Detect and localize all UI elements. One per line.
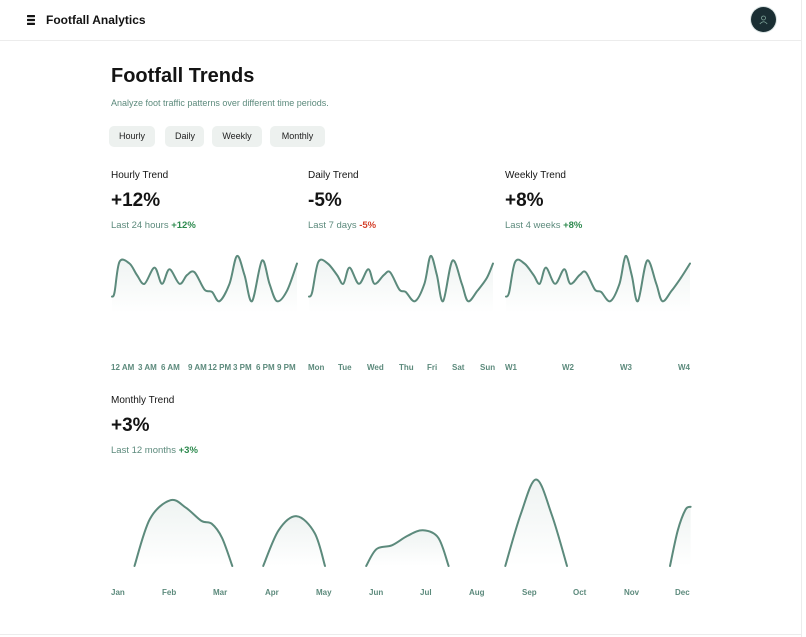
- hourly-x-label: 9 PM: [277, 363, 296, 372]
- filter-daily-button[interactable]: Daily: [165, 126, 204, 147]
- weekly-x-label: W1: [505, 363, 517, 372]
- daily-x-label: Mon: [308, 363, 325, 372]
- monthly-period-text: Last 12 months: [111, 445, 176, 456]
- daily-trend-period: Last 7 days -5%: [308, 220, 376, 232]
- weekly-x-label: W3: [620, 363, 632, 372]
- page-border-bottom: [0, 634, 802, 635]
- page-subtitle: Analyze foot traffic patterns over diffe…: [111, 98, 329, 108]
- daily-area-fill: [309, 255, 493, 313]
- stack-icon: [27, 15, 35, 25]
- daily-x-label: Fri: [427, 363, 438, 372]
- filter-hourly-button[interactable]: Hourly: [109, 126, 155, 147]
- hourly-x-label: 12 PM: [208, 363, 232, 372]
- hourly-x-label: 6 PM: [256, 363, 275, 372]
- daily-trend-chart: [308, 254, 494, 313]
- page-title: Footfall Trends: [111, 65, 255, 87]
- hourly-trend-value: +12%: [111, 190, 161, 211]
- hourly-x-label: 6 AM: [161, 363, 180, 372]
- daily-period-text: Last 7 days: [308, 220, 357, 231]
- daily-trend-value: -5%: [308, 190, 342, 211]
- monthly-x-label: Dec: [675, 588, 690, 597]
- user-avatar[interactable]: [751, 7, 776, 32]
- monthly-area-fill: [670, 506, 691, 566]
- weekly-trend-period: Last 4 weeks +8%: [505, 220, 582, 232]
- hourly-x-label: 3 PM: [233, 363, 252, 372]
- monthly-x-label: Apr: [265, 588, 279, 597]
- app-title: Footfall Analytics: [46, 13, 146, 27]
- user-avatar-icon: [759, 15, 768, 25]
- weekly-trend-chart: [505, 254, 691, 313]
- daily-x-label: Wed: [367, 363, 384, 372]
- monthly-x-label: May: [316, 588, 332, 597]
- weekly-area-fill: [506, 255, 690, 313]
- hourly-delta: +12%: [171, 220, 196, 231]
- page-border-right: [801, 0, 802, 637]
- weekly-trend-title: Weekly Trend: [505, 170, 566, 181]
- weekly-period-text: Last 4 weeks: [505, 220, 561, 231]
- monthly-x-label: Oct: [573, 588, 587, 597]
- hourly-trend-chart: [111, 254, 298, 313]
- hourly-x-label: 9 AM: [188, 363, 207, 372]
- daily-delta: -5%: [359, 220, 377, 231]
- monthly-x-label: Feb: [162, 588, 177, 597]
- hourly-period-text: Last 24 hours: [111, 220, 169, 231]
- monthly-x-label: Nov: [624, 588, 640, 597]
- monthly-x-label: Jun: [369, 588, 384, 597]
- monthly-x-label: Jul: [420, 588, 432, 597]
- filter-weekly-button[interactable]: Weekly: [212, 126, 262, 147]
- hourly-trend-period: Last 24 hours +12%: [111, 220, 196, 232]
- daily-x-label: Tue: [338, 363, 352, 372]
- weekly-trend-value: +8%: [505, 190, 544, 211]
- hourly-x-label: 3 AM: [138, 363, 157, 372]
- monthly-area-fill: [505, 479, 567, 566]
- monthly-trend-period: Last 12 months +3%: [111, 445, 198, 457]
- weekly-delta: +8%: [563, 220, 583, 231]
- top-bar: Footfall Analytics: [0, 0, 801, 41]
- monthly-x-label: Mar: [213, 588, 228, 597]
- monthly-trend-title: Monthly Trend: [111, 395, 175, 406]
- hourly-x-label: 12 AM: [111, 363, 135, 372]
- weekly-x-label: W2: [562, 363, 574, 372]
- hourly-trend-title: Hourly Trend: [111, 170, 169, 181]
- monthly-delta: +3%: [178, 445, 198, 456]
- monthly-x-label: Aug: [469, 588, 485, 597]
- monthly-area-fill: [134, 499, 233, 566]
- monthly-x-label: Sep: [522, 588, 537, 597]
- monthly-trend-chart: [133, 478, 692, 567]
- daily-trend-title: Daily Trend: [308, 170, 359, 181]
- filter-monthly-button[interactable]: Monthly: [270, 126, 325, 147]
- daily-x-label: Sat: [452, 363, 465, 372]
- daily-x-label: Thu: [399, 363, 414, 372]
- monthly-trend-value: +3%: [111, 415, 150, 436]
- monthly-x-label: Jan: [111, 588, 125, 597]
- weekly-x-label: W4: [678, 363, 690, 372]
- daily-x-label: Sun: [480, 363, 496, 372]
